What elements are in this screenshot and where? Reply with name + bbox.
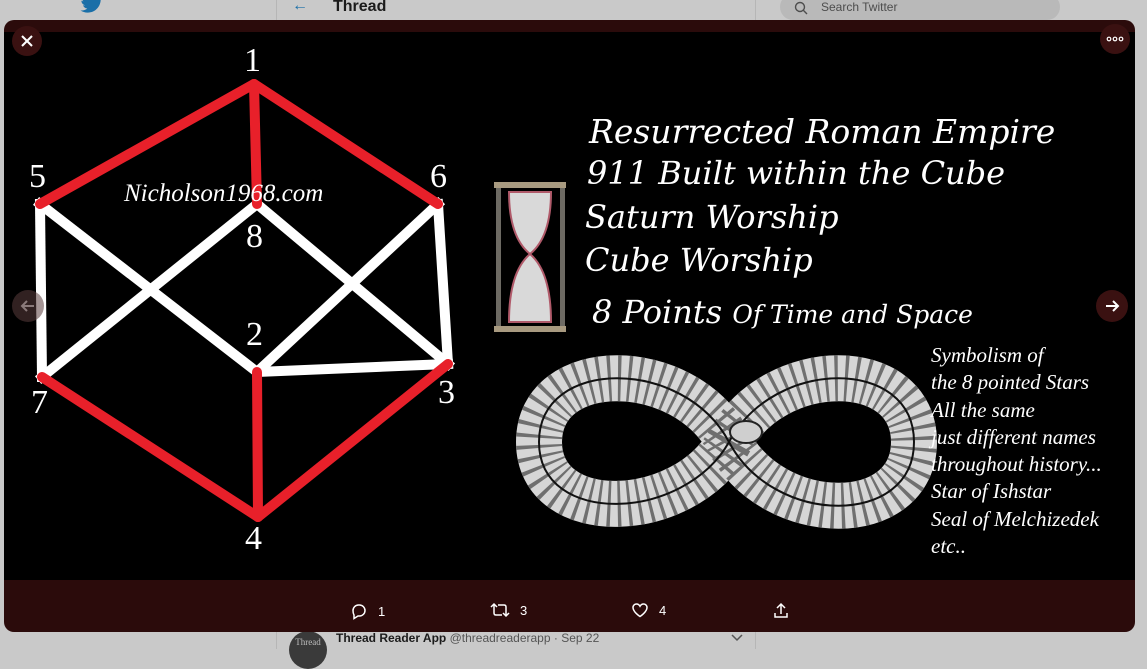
tweet-author: Thread Reader App @threadreaderapp · Sep… bbox=[336, 631, 599, 645]
twitter-bird-icon[interactable] bbox=[80, 0, 104, 14]
page-title: Thread bbox=[333, 0, 387, 15]
close-icon bbox=[21, 35, 33, 47]
chevron-down-icon[interactable] bbox=[731, 632, 743, 642]
vertex-label: 1 bbox=[244, 42, 261, 79]
author-handle[interactable]: @threadreaderapp bbox=[450, 631, 551, 645]
share-icon bbox=[774, 602, 788, 618]
vertex-label: 6 bbox=[430, 158, 447, 195]
vertex-label: 4 bbox=[245, 520, 262, 557]
next-image-button[interactable] bbox=[1096, 290, 1128, 322]
headline-points: 8 Points Of Time and Space bbox=[592, 293, 973, 331]
search-placeholder: Search Twitter bbox=[821, 0, 898, 14]
site-watermark: Nicholson1968.com bbox=[124, 180, 324, 207]
headline: Saturn Worship bbox=[585, 198, 839, 236]
heart-icon bbox=[632, 603, 648, 618]
headline: 911 Built within the Cube bbox=[587, 154, 1006, 192]
reply-icon bbox=[352, 604, 366, 620]
more-options-button[interactable] bbox=[1100, 24, 1130, 54]
vertex-label: 7 bbox=[31, 384, 48, 421]
author-name[interactable]: Thread Reader App bbox=[336, 631, 446, 645]
reply-button[interactable]: 1 bbox=[350, 602, 385, 620]
share-button[interactable] bbox=[772, 602, 800, 620]
search-icon bbox=[794, 1, 808, 15]
tweet-image[interactable]: 1 5 6 8 2 7 3 4 Nicholson1968.com Resurr… bbox=[4, 32, 1135, 580]
vertex-label: 8 bbox=[246, 218, 263, 255]
reply-count: 1 bbox=[378, 603, 386, 619]
avatar[interactable]: Thread bbox=[289, 631, 327, 669]
hourglass-image bbox=[494, 182, 566, 332]
arrow-left-icon bbox=[20, 300, 34, 312]
retweet-button[interactable]: 3 bbox=[490, 602, 527, 618]
previous-image-button[interactable] bbox=[12, 290, 44, 322]
headline: Cube Worship bbox=[585, 241, 813, 279]
media-viewer: 1 5 6 8 2 7 3 4 Nicholson1968.com Resurr… bbox=[4, 20, 1135, 632]
retweet-icon bbox=[490, 602, 510, 618]
vertex-label: 5 bbox=[29, 158, 46, 195]
more-dots-icon bbox=[1106, 36, 1124, 42]
vertex-label: 2 bbox=[246, 316, 263, 353]
tweet-actions: 1 3 4 bbox=[4, 580, 1135, 632]
date-separator: · bbox=[553, 631, 558, 645]
infinity-serpent-image bbox=[515, 355, 938, 529]
vertex-label: 3 bbox=[438, 374, 455, 411]
like-count: 4 bbox=[659, 602, 667, 618]
back-arrow-icon[interactable]: ← bbox=[292, 0, 308, 15]
arrow-right-icon bbox=[1106, 300, 1120, 312]
like-button[interactable]: 4 bbox=[631, 602, 666, 618]
symbolism-text: Symbolism of the 8 pointed Stars All the… bbox=[931, 343, 1102, 559]
close-button[interactable] bbox=[12, 26, 42, 56]
retweet-count: 3 bbox=[520, 602, 528, 618]
tweet-date[interactable]: Sep 22 bbox=[561, 631, 599, 645]
headline: Resurrected Roman Empire bbox=[589, 112, 1056, 151]
